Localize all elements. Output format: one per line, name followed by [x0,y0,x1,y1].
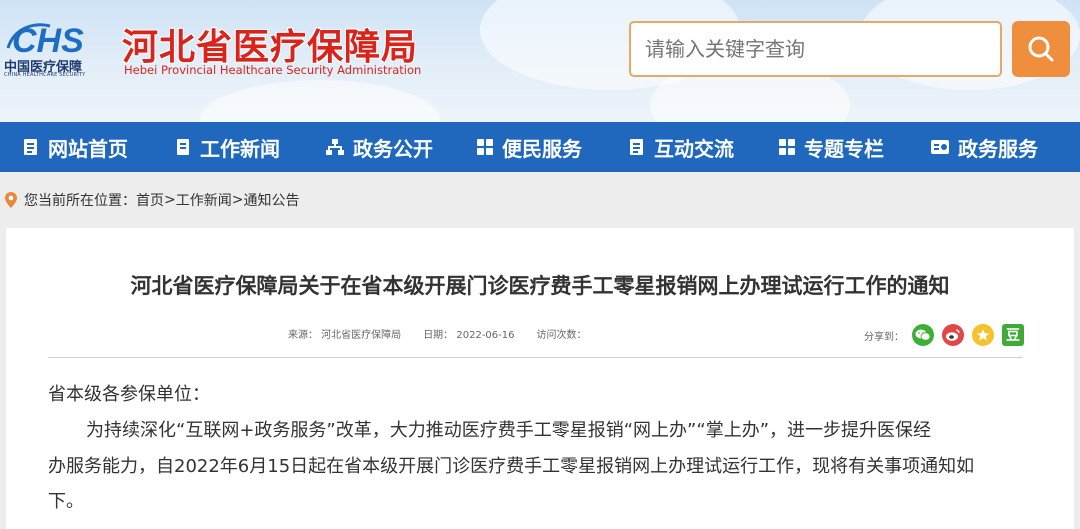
nav-label: 便民服务 [502,136,582,161]
search-input[interactable] [629,21,1002,77]
nav-item-news[interactable]: 工作新闻 [174,122,280,172]
article-paragraph-line: 为持续深化“互联网+政务服务”改革，大力推动医疗费手工零星报销“网上办”“掌上办… [86,420,932,441]
breadcrumb: 您当前所在位置： 首页 > 工作新闻 > 通知公告 [0,186,299,214]
share-label: 分享到： [864,331,904,343]
grid-icon [477,139,493,155]
article-source: 来源： 河北省医疗保障局 [288,330,402,341]
nav-label: 专题专栏 [804,136,884,161]
article-visits: 访问次数： [536,330,587,341]
nav-label: 政务服务 [958,136,1038,161]
location-pin-icon [5,192,17,208]
search-icon [1028,36,1054,62]
nav-label: 网站首页 [48,136,128,161]
nav-item-home[interactable]: 网站首页 [22,122,128,172]
weibo-share-button[interactable] [942,324,964,346]
grid-icon [779,139,795,155]
chs-logo-icon: CHS [6,22,84,56]
article-paragraph-line: 下。 [48,491,84,512]
nav-item-gov-services[interactable]: 政务服务 [930,122,1038,172]
douban-share-button[interactable]: 豆 [1002,324,1024,346]
doc-icon [24,139,37,155]
article-divider [48,357,1023,358]
site-header: CHS 中国医疗保障 CHINA HEALTHCARE SECURITY 河北省… [0,0,1080,122]
breadcrumb-separator: > [231,192,244,208]
article-paragraph-line: 办服务能力，自2022年6月15日起在省本级开展门诊医疗费手工零星报销网上办理试… [48,456,975,477]
weibo-icon [946,329,960,341]
article-meta: 来源： 河北省医疗保障局 日期： 2022-06-16 访问次数： [288,326,586,341]
svg-text:CHS: CHS [12,22,84,56]
nav-label: 工作新闻 [200,136,280,161]
search-button[interactable] [1012,21,1070,77]
bookmark-icon [177,139,189,155]
share-bar: 分享到： 豆 [864,324,1024,346]
main-nav: 网站首页 工作新闻 政务公开 便民服务 互动交流 专题专栏 政务服务 [0,122,1080,172]
qzone-icon [976,329,990,341]
nav-item-services[interactable]: 便民服务 [476,122,582,172]
nav-item-topics[interactable]: 专题专栏 [778,122,884,172]
breadcrumb-prefix: 您当前所在位置： [24,193,136,209]
breadcrumb-home-link[interactable]: 首页 [136,190,164,210]
wechat-share-button[interactable] [912,324,934,346]
nav-item-gov-affairs[interactable]: 政务公开 [325,122,433,172]
nav-item-interaction[interactable]: 互动交流 [628,122,734,172]
doc-icon [630,139,643,155]
breadcrumb-news-link[interactable]: 工作新闻 [176,190,232,210]
article-greeting: 省本级各参保单位： [48,384,210,405]
breadcrumb-current-link[interactable]: 通知公告 [243,190,299,210]
article-title: 河北省医疗保障局关于在省本级开展门诊医疗费手工零星报销网上办理试运行工作的通知 [130,274,950,298]
douban-icon: 豆 [1006,328,1020,344]
breadcrumb-separator: > [164,192,176,208]
article-date: 日期： 2022-06-16 [423,330,515,341]
card-icon [931,140,949,154]
network-icon [326,139,344,155]
logo-english-text: CHINA HEALTHCARE SECURITY [4,72,86,78]
wechat-icon [915,329,931,341]
site-subtitle: Hebei Provincial Healthcare Security Adm… [124,63,422,77]
nav-label: 政务公开 [353,136,433,161]
qzone-share-button[interactable] [972,324,994,346]
nav-label: 互动交流 [654,136,734,161]
